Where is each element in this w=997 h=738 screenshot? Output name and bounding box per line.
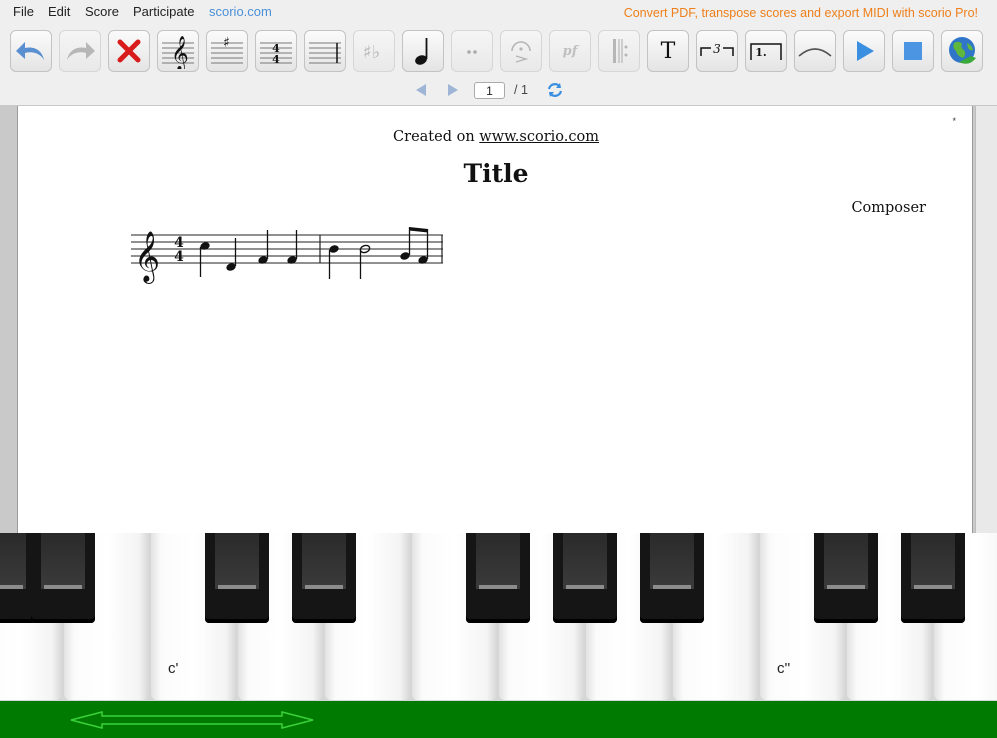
globe-icon: [949, 37, 976, 64]
note-value-button[interactable]: [402, 30, 444, 72]
articulation-button[interactable]: [500, 30, 542, 72]
prev-page-icon[interactable]: [414, 83, 428, 97]
repeat-button[interactable]: [598, 30, 640, 72]
undo-icon: [16, 42, 44, 60]
black-key[interactable]: [292, 533, 356, 623]
black-key[interactable]: [814, 533, 878, 623]
black-key[interactable]: [640, 533, 704, 623]
play-icon: [857, 41, 874, 61]
time-signature-icon: 4 4: [260, 42, 292, 66]
treble-clef-icon: 𝄞: [162, 36, 194, 69]
pager: / 1: [0, 80, 997, 102]
barline-icon: [309, 42, 341, 64]
play-button[interactable]: [843, 30, 885, 72]
slur-icon: [798, 48, 832, 57]
black-key[interactable]: [31, 533, 95, 623]
piano-keyboard: c' c'': [0, 533, 997, 701]
redo-button[interactable]: [59, 30, 101, 72]
menu-edit[interactable]: Edit: [48, 4, 70, 19]
toolbar: 𝄞 ♯ 4 4 ♯♭ pf T 3 1. 1 / 1: [0, 26, 997, 106]
black-key[interactable]: [466, 533, 530, 623]
black-key[interactable]: [901, 533, 965, 623]
delete-button[interactable]: [108, 30, 150, 72]
barline-button[interactable]: [304, 30, 346, 72]
dynamics-button[interactable]: pf: [549, 30, 591, 72]
svg-text:♯♭: ♯♭: [363, 42, 380, 63]
accidentals-button[interactable]: ♯♭: [353, 30, 395, 72]
menu-file[interactable]: File: [13, 4, 34, 19]
score-sheet[interactable]: * Created on www.scorio.com Title Compos…: [17, 106, 973, 533]
tuplet-number: 3: [713, 42, 721, 56]
undo-button[interactable]: [10, 30, 52, 72]
menu-bar: File Edit Score Participate scorio.com C…: [0, 0, 997, 26]
slur-button[interactable]: [794, 30, 836, 72]
time-signature-bottom: 4: [174, 249, 184, 265]
black-key[interactable]: [205, 533, 269, 623]
keyboard-scroll-bar: [0, 701, 997, 738]
volta-number: 1.: [755, 46, 766, 59]
staff-system[interactable]: 𝄞 4 4: [18, 106, 974, 533]
black-key[interactable]: [553, 533, 617, 623]
beamed-eighth-notes[interactable]: [399, 227, 429, 265]
clef-button[interactable]: 𝄞: [157, 30, 199, 72]
menu-score[interactable]: Score: [85, 4, 119, 19]
dynamics-icon: pf: [562, 43, 578, 59]
online-button[interactable]: [941, 30, 983, 72]
accidental-icon: ♯♭: [363, 42, 380, 63]
redo-icon: [67, 42, 95, 60]
volta-button[interactable]: 1.: [745, 30, 787, 72]
page-total: / 1: [514, 83, 528, 97]
stop-button[interactable]: [892, 30, 934, 72]
fermata-icon: [511, 41, 531, 63]
text-button[interactable]: T: [647, 30, 689, 72]
key-label-c1: c': [168, 660, 179, 677]
stop-icon: [904, 42, 922, 60]
tuplet-button[interactable]: 3: [696, 30, 738, 72]
page-number-input[interactable]: [474, 82, 505, 99]
svg-text:𝄞: 𝄞: [171, 36, 189, 69]
key-signature-button[interactable]: ♯: [206, 30, 248, 72]
tuplet-icon: 3: [700, 42, 734, 56]
time-signature-button[interactable]: 4 4: [255, 30, 297, 72]
delete-icon: [117, 39, 141, 63]
pro-promo-link[interactable]: Convert PDF, transpose scores and export…: [624, 6, 978, 20]
dots-button[interactable]: [451, 30, 493, 72]
svg-text:♯: ♯: [223, 35, 230, 51]
menu-participate[interactable]: Participate: [133, 4, 194, 19]
quarter-note-icon: [415, 38, 428, 65]
volta-icon: 1.: [750, 43, 782, 60]
dots-icon: [467, 50, 477, 54]
sharp-icon: ♯: [211, 35, 243, 64]
scorio-app: File Edit Score Participate scorio.com C…: [0, 0, 997, 738]
note[interactable]: [328, 244, 339, 279]
treble-clef: 𝄞: [134, 231, 160, 284]
repeat-icon: [613, 39, 628, 63]
text-icon: T: [660, 38, 676, 64]
note[interactable]: [199, 241, 210, 277]
next-page-icon[interactable]: [446, 83, 460, 97]
refresh-icon[interactable]: [546, 81, 564, 99]
key-label-c2: c'': [777, 660, 791, 677]
vertical-scrollbar[interactable]: [975, 106, 997, 533]
scorio-link[interactable]: scorio.com: [209, 4, 272, 19]
keyboard-scroll-arrow-icon[interactable]: [70, 711, 314, 729]
note[interactable]: [225, 238, 237, 272]
time-sig-bottom: 4: [272, 53, 280, 66]
